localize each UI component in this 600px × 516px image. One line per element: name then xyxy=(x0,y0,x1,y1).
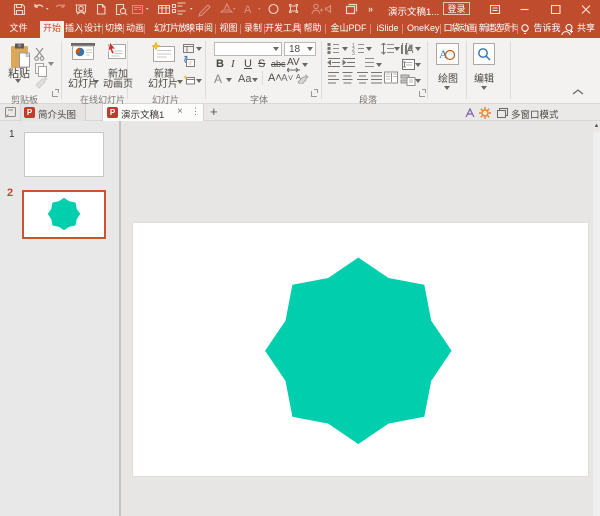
svg-text:»: » xyxy=(368,4,373,14)
svg-text:A: A xyxy=(439,47,448,61)
svg-text:A: A xyxy=(296,74,301,81)
svg-text:3: 3 xyxy=(352,51,355,57)
svg-text:A: A xyxy=(244,4,252,16)
